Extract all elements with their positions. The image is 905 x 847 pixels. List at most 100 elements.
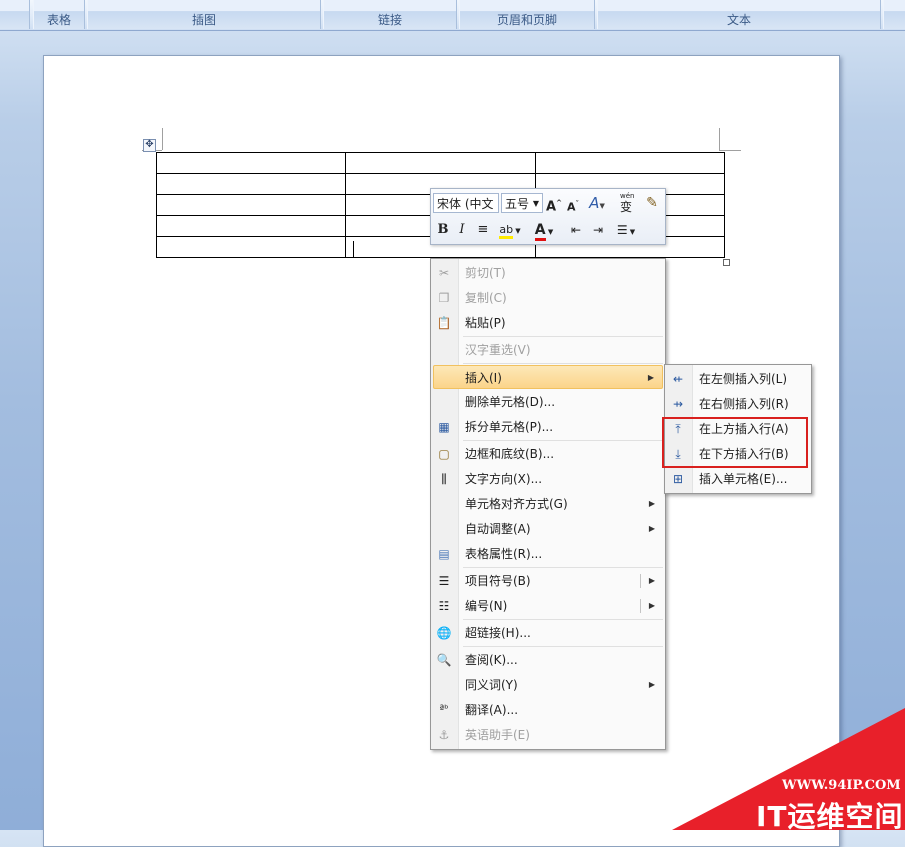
context-menu: ✂ 剪切(T) ❐ 复制(C) 📋 粘贴(P) 汉字重选(V) 插入(I) ▶ 删除单元… xyxy=(430,258,666,750)
table-cell[interactable] xyxy=(156,236,346,258)
ribbon-group-partial xyxy=(0,0,30,29)
table-cell[interactable] xyxy=(156,152,346,174)
split-divider xyxy=(640,599,641,613)
ribbon-group-illustrations[interactable]: 插图 xyxy=(87,0,321,29)
menu-separator xyxy=(463,619,663,620)
table-cell[interactable] xyxy=(535,152,725,174)
margin-corner-mark xyxy=(162,128,163,150)
scissors-icon: ✂ xyxy=(438,266,450,280)
menu-item-translate[interactable]: ªᵇ 翻译(A)... xyxy=(433,698,663,722)
menu-item-copy[interactable]: ❐ 复制(C) xyxy=(433,286,663,310)
insert-column-right-icon: ⇸ xyxy=(672,397,684,411)
ribbon-group-links[interactable]: 链接 xyxy=(323,0,457,29)
menu-item-english-assistant[interactable]: ⚓ 英语助手(E) xyxy=(433,723,663,747)
text-caret xyxy=(353,241,354,257)
font-name-select[interactable]: 宋体 (中文 xyxy=(433,193,499,213)
split-divider xyxy=(640,574,641,588)
menu-item-hyperlink[interactable]: 🌐 超链接(H)... xyxy=(433,621,663,645)
table-properties-icon: ▤ xyxy=(438,547,450,561)
menu-item-bullets[interactable]: ☰ 项目符号(B) ▶ xyxy=(433,569,663,593)
menu-item-synonyms[interactable]: 同义词(Y) ▶ xyxy=(433,673,663,697)
font-name-value: 宋体 (中文 xyxy=(437,197,494,211)
menu-item-cell-alignment[interactable]: 单元格对齐方式(G) ▶ xyxy=(433,492,663,516)
menu-item-table-properties[interactable]: ▤ 表格属性(R)... xyxy=(433,542,663,566)
ribbon-group-label: 页眉和页脚 xyxy=(496,13,557,27)
menu-item-numbering[interactable]: ☷ 编号(N) ▶ xyxy=(433,594,663,618)
menu-item-cut[interactable]: ✂ 剪切(T) xyxy=(433,261,663,285)
table-move-handle-icon[interactable]: ✥ xyxy=(143,139,156,152)
paste-icon: 📋 xyxy=(436,316,452,330)
english-assistant-icon: ⚓ xyxy=(438,728,450,742)
italic-button[interactable]: I xyxy=(455,220,469,240)
ribbon-group-partial xyxy=(883,0,905,29)
menu-separator xyxy=(463,567,663,568)
menu-separator xyxy=(463,336,663,337)
ribbon-group-label: 链接 xyxy=(377,13,402,27)
menu-separator xyxy=(463,363,663,364)
margin-corner-mark xyxy=(719,150,741,151)
mini-toolbar: 宋体 (中文 五号 ▼ A^ Aˇ A▼ wén 变 ✎ B I ≡ ab ▼ A … xyxy=(430,188,666,245)
decrease-indent-icon[interactable]: ⇤ xyxy=(567,220,585,240)
menu-item-insert[interactable]: 插入(I) ▶ xyxy=(433,365,663,389)
table-resize-handle[interactable] xyxy=(723,259,730,266)
table-cell[interactable] xyxy=(345,152,536,174)
submenu-item-insert-column-right[interactable]: ⇸ 在右侧插入列(R) xyxy=(667,392,809,416)
submenu-arrow-icon: ▶ xyxy=(648,601,655,610)
ribbon-group-tables[interactable]: 表格 xyxy=(33,0,85,29)
ribbon-group-label: 表格 xyxy=(46,13,71,27)
bullets-dropdown-button[interactable]: ☰ ▼ xyxy=(611,220,641,240)
increase-indent-icon[interactable]: ⇥ xyxy=(589,220,607,240)
font-size-select[interactable]: 五号 ▼ xyxy=(501,193,543,213)
menu-item-text-direction[interactable]: ⫼ 文字方向(X)... xyxy=(433,467,663,491)
menu-item-borders-shading[interactable]: ▢ 边框和底纹(B)... xyxy=(433,442,663,466)
chevron-down-icon: ▼ xyxy=(532,199,539,208)
watermark-brand: IT运维空间 xyxy=(756,800,904,833)
insert-cells-icon: ⊞ xyxy=(672,472,684,486)
table-cell[interactable] xyxy=(156,194,346,216)
phonetic-icon: 变 xyxy=(620,200,633,214)
center-align-icon[interactable]: ≡ xyxy=(475,220,491,240)
watermark-url: WWW.94IP.COM xyxy=(782,778,901,793)
submenu-arrow-icon: ▶ xyxy=(648,680,655,689)
font-size-value: 五号 xyxy=(505,197,530,211)
translate-icon: ªᵇ xyxy=(439,704,449,715)
numbering-icon: ☷ xyxy=(438,599,450,613)
table-cell[interactable] xyxy=(156,173,346,195)
submenu-arrow-icon: ▶ xyxy=(648,499,655,508)
menu-item-delete-cells[interactable]: 删除单元格(D)... xyxy=(433,390,663,414)
submenu-arrow-icon: ▶ xyxy=(648,576,655,585)
menu-item-split-cells[interactable]: ▦ 拆分单元格(P)... xyxy=(433,415,663,439)
ribbon-group-label: 文本 xyxy=(726,13,751,27)
submenu-arrow-icon: ▶ xyxy=(647,373,654,382)
submenu-item-insert-cells[interactable]: ⊞ 插入单元格(E)... xyxy=(667,467,809,491)
shrink-font-button[interactable]: Aˇ xyxy=(565,194,581,214)
ribbon-group-header-footer[interactable]: 页眉和页脚 xyxy=(459,0,595,29)
ribbon-group-text[interactable]: 文本 xyxy=(597,0,881,29)
margin-corner-mark xyxy=(719,128,720,150)
menu-item-reconvert[interactable]: 汉字重选(V) xyxy=(433,338,663,362)
font-color-button[interactable]: A ▼ xyxy=(529,220,559,241)
menu-item-autofit[interactable]: 自动调整(A) ▶ xyxy=(433,517,663,541)
text-direction-icon: ⫼ xyxy=(441,472,447,486)
split-cells-icon: ▦ xyxy=(438,420,450,434)
ribbon-group-label: 插图 xyxy=(191,13,216,27)
phonetic-guide-button[interactable]: wén 变 xyxy=(617,191,639,214)
ribbon-bar: 表格 插图 链接 页眉和页脚 文本 xyxy=(0,0,905,31)
bullet-list-icon: ☰ xyxy=(616,223,628,237)
table-cell[interactable] xyxy=(156,215,346,237)
insert-column-left-icon: ⇷ xyxy=(672,372,684,386)
format-painter-icon[interactable]: ✎ xyxy=(642,193,662,213)
styles-button[interactable]: A▼ xyxy=(584,193,610,213)
highlight-color-button[interactable]: ab ▼ xyxy=(495,220,525,240)
bold-button[interactable]: B xyxy=(435,220,451,240)
grow-font-button[interactable]: A^ xyxy=(545,193,563,214)
menu-item-research[interactable]: 🔍 查阅(K)... xyxy=(433,648,663,672)
annotation-highlight-box xyxy=(662,417,808,468)
submenu-item-insert-column-left[interactable]: ⇷ 在左侧插入列(L) xyxy=(667,367,809,391)
menu-separator xyxy=(463,646,663,647)
hyperlink-icon: 🌐 xyxy=(436,626,452,640)
borders-icon: ▢ xyxy=(438,447,450,461)
menu-item-paste[interactable]: 📋 粘贴(P) xyxy=(433,311,663,335)
research-icon: 🔍 xyxy=(436,653,452,667)
bullets-icon: ☰ xyxy=(438,574,450,588)
